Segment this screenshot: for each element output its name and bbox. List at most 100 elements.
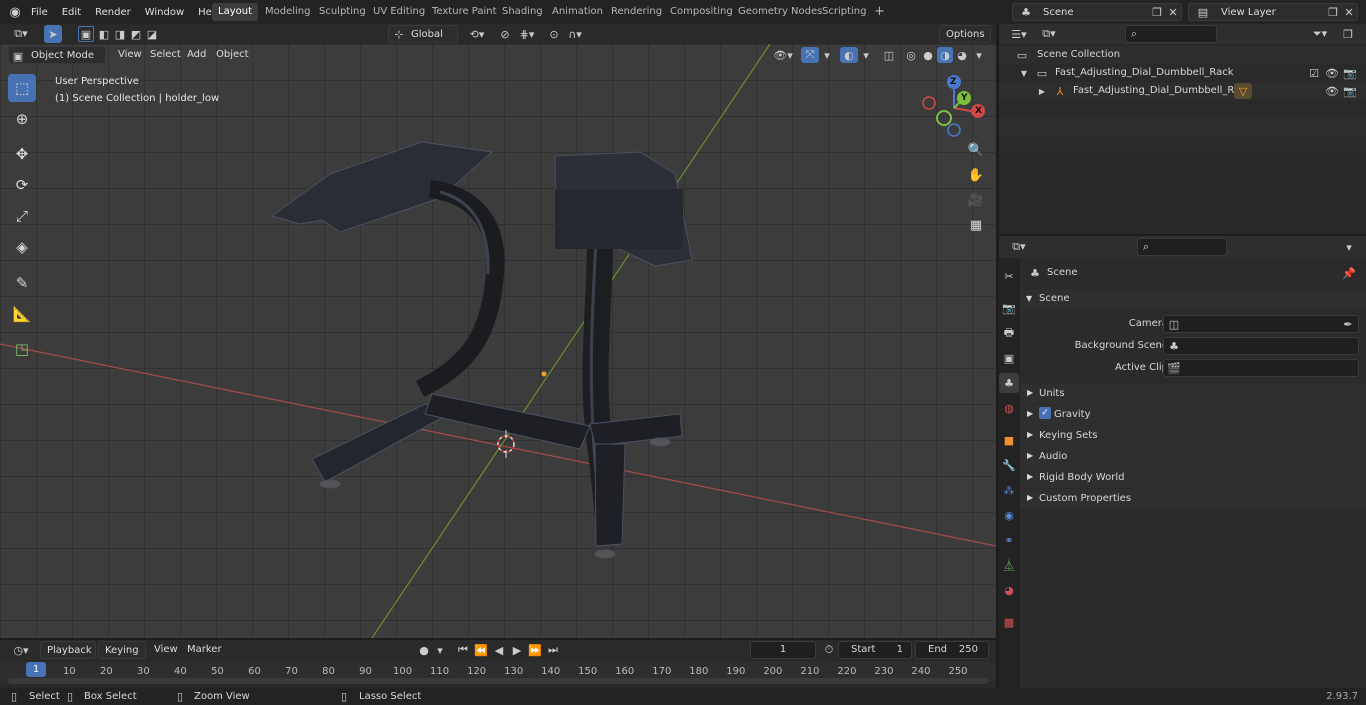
physics-tab-icon[interactable]: ◉: [999, 505, 1019, 525]
playback-dropdown[interactable]: Playback ▾: [40, 641, 96, 673]
proportional-edit-icon[interactable]: ⊙: [546, 26, 562, 42]
move-tool-icon[interactable]: ✥: [8, 140, 36, 168]
options-dropdown[interactable]: Options ▾: [939, 25, 991, 57]
tab-sculpting[interactable]: Sculpting: [313, 3, 372, 21]
close-icon[interactable]: ✕: [1166, 5, 1180, 19]
add-workspace-button[interactable]: +: [868, 3, 891, 21]
play-reverse-icon[interactable]: ◀: [491, 642, 507, 658]
eye-icon[interactable]: 👁: [1325, 84, 1339, 98]
timeline-scrollbar[interactable]: [8, 678, 988, 684]
select-mode-subtract-icon[interactable]: ◨: [112, 26, 128, 42]
tab-modeling[interactable]: Modeling: [259, 3, 317, 21]
overlays-toggle-icon[interactable]: ◐: [840, 47, 858, 63]
outliner-row-collection[interactable]: ▼ ▭ Fast_Adjusting_Dial_Dumbbell_Rack ☑ …: [999, 64, 1366, 82]
view-layer-tab-icon[interactable]: ▣: [999, 348, 1019, 368]
start-frame-field[interactable]: Start 1: [838, 641, 912, 659]
menu-edit[interactable]: Edit: [55, 7, 88, 18]
record-dropdown-icon[interactable]: ▾: [434, 642, 446, 658]
constraints-tab-icon[interactable]: ⚭: [999, 530, 1019, 550]
scene-tab-icon[interactable]: ♣: [999, 373, 1019, 393]
editor-type-icon[interactable]: ◷▾: [8, 642, 34, 658]
outliner-row-scene-collection[interactable]: ▭ Scene Collection: [999, 46, 1366, 64]
material-shading-icon[interactable]: ◑: [937, 47, 953, 63]
options-dropdown-icon[interactable]: ▾: [1341, 239, 1357, 255]
scale-tool-icon[interactable]: ⤢: [8, 202, 36, 230]
expand-arrow-icon[interactable]: ▶: [1037, 84, 1047, 98]
rendered-shading-icon[interactable]: ◕: [954, 47, 970, 63]
camera-view-icon[interactable]: 🎥: [964, 188, 988, 212]
menu-render[interactable]: Render: [88, 7, 138, 18]
perspective-toggle-icon[interactable]: ▦: [964, 213, 988, 237]
menu-view[interactable]: View: [118, 49, 142, 60]
keying-dropdown[interactable]: Keying ▾: [98, 641, 146, 673]
pin-icon[interactable]: 📌: [1342, 266, 1356, 280]
tab-rendering[interactable]: Rendering: [605, 3, 668, 21]
keying-sets-panel-header[interactable]: ▶ Keying Sets: [1020, 426, 1366, 446]
jump-start-icon[interactable]: ⏮: [455, 642, 471, 658]
select-mode-intersect-icon[interactable]: ◪: [144, 26, 160, 42]
visibility-icon[interactable]: 👁▾: [770, 47, 796, 63]
scene-panel-header[interactable]: ▼ Scene: [1020, 290, 1366, 310]
blender-logo-icon[interactable]: ◉: [6, 4, 24, 20]
object-tab-icon[interactable]: ■: [999, 430, 1019, 450]
custom-properties-panel-header[interactable]: ▶ Custom Properties: [1020, 489, 1366, 509]
zoom-icon[interactable]: 🔍: [964, 138, 988, 162]
menu-select[interactable]: Select: [150, 49, 181, 60]
rotate-tool-icon[interactable]: ⟳: [8, 171, 36, 199]
data-tab-icon[interactable]: ⏅: [999, 555, 1019, 575]
select-mode-invert-icon[interactable]: ◩: [128, 26, 144, 42]
menu-file[interactable]: File: [24, 7, 55, 18]
gravity-checkbox[interactable]: ✓: [1039, 407, 1051, 419]
tab-compositing[interactable]: Compositing: [664, 3, 739, 21]
prev-keyframe-icon[interactable]: ⏪: [473, 642, 489, 658]
cursor-tool-icon[interactable]: ⊕: [8, 105, 36, 133]
add-cube-tool-icon[interactable]: ◳: [8, 335, 36, 363]
editor-type-icon[interactable]: ☰▾: [1007, 26, 1031, 42]
render-tab-icon[interactable]: 📷: [999, 298, 1019, 318]
current-frame-field[interactable]: 1: [750, 641, 816, 659]
transform-tool-icon[interactable]: ◈: [8, 233, 36, 261]
pan-hand-icon[interactable]: ✋: [964, 163, 988, 187]
tab-scripting[interactable]: Scripting: [816, 3, 872, 21]
play-icon[interactable]: ▶: [509, 642, 525, 658]
new-scene-icon[interactable]: ❐: [1150, 5, 1164, 19]
overlays-dropdown-icon[interactable]: ▾: [859, 47, 873, 63]
playhead[interactable]: 1: [26, 662, 46, 677]
rigid-body-panel-header[interactable]: ▶ Rigid Body World: [1020, 468, 1366, 488]
select-tool-icon[interactable]: ➤: [44, 25, 62, 43]
stopwatch-icon[interactable]: ⏱: [822, 642, 836, 658]
gizmo-dropdown-icon[interactable]: ▾: [820, 47, 834, 63]
editor-type-icon[interactable]: ⧉▾: [8, 26, 34, 42]
texture-tab-icon[interactable]: ▩: [999, 612, 1019, 632]
3d-viewport[interactable]: ⬚ ⊕ ✥ ⟳ ⤢ ◈ ✎ 📐 ◳ User Perspective (1) S…: [0, 44, 996, 638]
record-icon[interactable]: ●: [415, 642, 433, 658]
xray-icon[interactable]: ◫: [881, 47, 897, 63]
menu-add[interactable]: Add: [187, 49, 206, 60]
checkbox-icon[interactable]: ☑: [1308, 66, 1320, 80]
snap-icon[interactable]: ⊘: [496, 26, 514, 42]
end-frame-field[interactable]: End 250: [915, 641, 989, 659]
measure-tool-icon[interactable]: 📐: [8, 300, 36, 328]
modifier-icon[interactable]: ▽: [1234, 83, 1252, 99]
eyedropper-icon[interactable]: ✒: [1342, 318, 1354, 331]
pivot-point-icon[interactable]: ⟲▾: [464, 26, 490, 42]
new-collection-icon[interactable]: ❐: [1339, 26, 1357, 42]
camera-field[interactable]: ◫ ✒: [1163, 315, 1359, 333]
outliner-row-object[interactable]: ▶ ⅄ Fast_Adjusting_Dial_Dumbbell_Rack ▽ …: [999, 82, 1366, 100]
units-panel-header[interactable]: ▶ Units: [1020, 384, 1366, 404]
gizmo-toggle-icon[interactable]: ⤧: [801, 47, 819, 63]
camera-render-icon[interactable]: 📷: [1343, 84, 1357, 98]
filter-icon[interactable]: ⏷▾: [1307, 26, 1333, 42]
display-mode-icon[interactable]: ⧉▾: [1037, 26, 1061, 42]
tab-layout[interactable]: Layout: [212, 3, 258, 21]
tab-uv-editing[interactable]: UV Editing: [367, 3, 431, 21]
gravity-panel-header[interactable]: ▶ ✓ Gravity: [1020, 405, 1366, 425]
timeline-menu-marker[interactable]: Marker: [187, 644, 222, 655]
tab-animation[interactable]: Animation: [546, 3, 609, 21]
select-box-icon[interactable]: ⬚: [8, 74, 36, 102]
tab-shading[interactable]: Shading: [496, 3, 549, 21]
output-tab-icon[interactable]: 🖶: [999, 323, 1019, 343]
active-clip-field[interactable]: 🎬: [1163, 359, 1359, 377]
close-icon[interactable]: ✕: [1342, 5, 1356, 19]
tool-tab-icon[interactable]: ✂: [999, 266, 1019, 286]
